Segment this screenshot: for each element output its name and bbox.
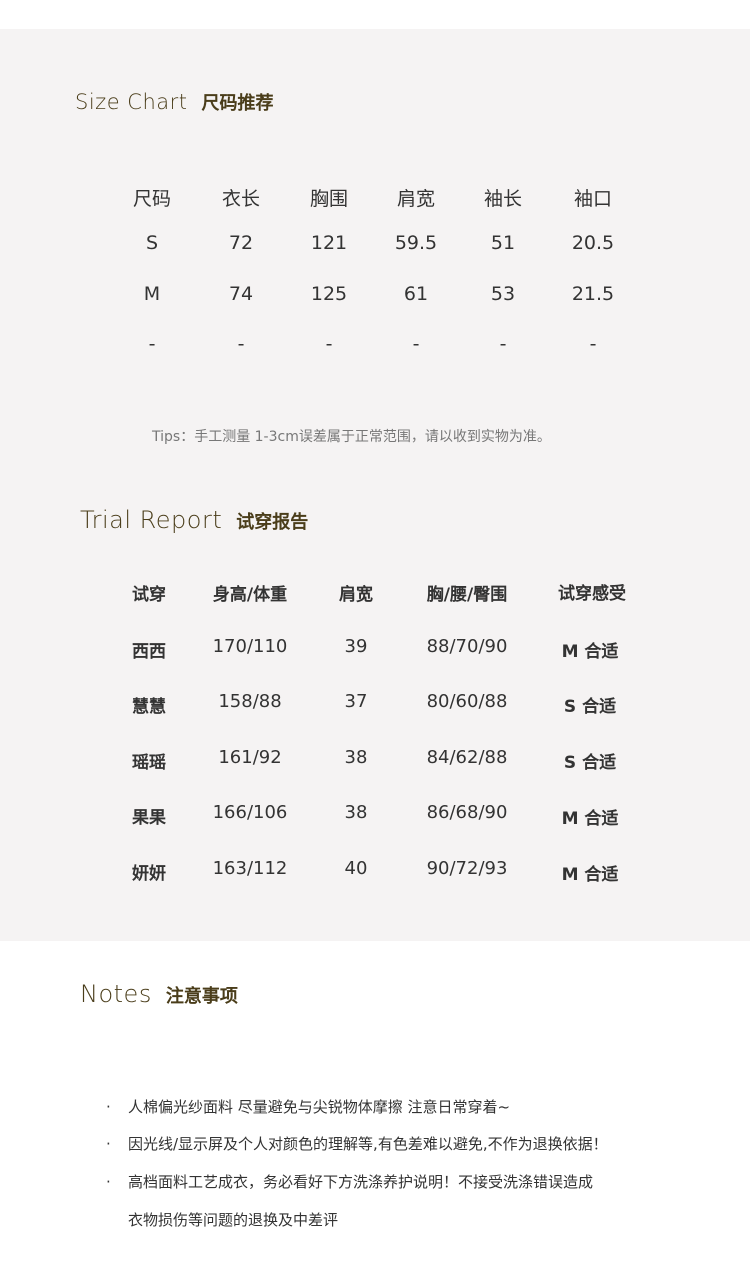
trial-cell: 158/88 bbox=[218, 691, 282, 712]
note-item: · 因光线/显示屏及个人对颜色的理解等,有色差难以避免,不作为退换依据！ bbox=[106, 1133, 608, 1154]
size-header: 袖长 bbox=[483, 188, 523, 210]
trial-report-title-zh: 试穿报告 bbox=[236, 512, 309, 533]
trial-cell: 163/112 bbox=[212, 858, 288, 879]
note-item: · 高档面料工艺成衣，务必看好下方洗涤养护说明！不接受洗涤错误造成 bbox=[106, 1171, 593, 1192]
trial-report-heading: Trial Report 试穿报告 bbox=[80, 506, 308, 534]
size-cell: - bbox=[325, 333, 333, 355]
note-item: · 人棉偏光纱面料 尽量避免与尖锐物体摩擦 注意日常穿着~ bbox=[106, 1096, 510, 1117]
size-chart-title-en: Size Chart bbox=[75, 90, 188, 114]
size-tips: Tips：手工测量 1-3cm误差属于正常范围，请以收到实物为准。 bbox=[152, 429, 551, 445]
bullet-icon: · bbox=[106, 1098, 111, 1116]
size-cell: - bbox=[589, 333, 597, 355]
size-header: 衣长 bbox=[221, 188, 261, 210]
trial-cell: 84/62/88 bbox=[426, 747, 508, 768]
size-cell: 20.5 bbox=[571, 232, 615, 254]
size-cell: 53 bbox=[490, 283, 516, 305]
size-cell: 72 bbox=[228, 232, 254, 254]
trial-cell: 80/60/88 bbox=[426, 691, 508, 712]
note-item-continuation: 衣物损伤等问题的退换及中差评 bbox=[128, 1211, 339, 1229]
bullet-icon: · bbox=[106, 1135, 111, 1153]
trial-header: 肩宽 bbox=[339, 585, 373, 605]
trial-report-title-en: Trial Report bbox=[80, 506, 223, 534]
size-header: 袖口 bbox=[573, 188, 613, 210]
size-cell: 125 bbox=[310, 283, 348, 305]
trial-cell: M 合适 bbox=[561, 642, 619, 662]
size-cell: - bbox=[237, 333, 245, 355]
trial-header: 试穿感受 bbox=[558, 584, 626, 604]
size-cell: - bbox=[148, 333, 156, 355]
note-text: 高档面料工艺成衣，务必看好下方洗涤养护说明！不接受洗涤错误造成 bbox=[128, 1173, 594, 1191]
notes-heading: Notes 注意事项 bbox=[80, 980, 238, 1008]
size-chart-title-zh: 尺码推荐 bbox=[201, 93, 274, 114]
trial-cell: S 合适 bbox=[563, 697, 617, 717]
trial-cell: 38 bbox=[344, 802, 368, 823]
trial-cell: 170/110 bbox=[212, 636, 288, 657]
trial-cell: 88/70/90 bbox=[426, 636, 508, 657]
size-cell: - bbox=[412, 333, 420, 355]
size-header: 肩宽 bbox=[396, 188, 436, 210]
trial-cell: S 合适 bbox=[563, 753, 617, 773]
size-cell: 121 bbox=[310, 232, 348, 254]
trial-header: 胸/腰/臀围 bbox=[426, 585, 508, 605]
size-cell: S bbox=[145, 232, 159, 254]
trial-cell: 39 bbox=[344, 636, 368, 657]
trial-cell: 38 bbox=[344, 747, 368, 768]
trial-cell: 妍妍 bbox=[132, 864, 166, 884]
trial-cell: 40 bbox=[344, 858, 368, 879]
size-cell: - bbox=[499, 333, 507, 355]
size-cell: 61 bbox=[403, 283, 429, 305]
trial-cell: 86/68/90 bbox=[426, 802, 508, 823]
trial-cell: 37 bbox=[344, 691, 368, 712]
trial-header: 试穿 bbox=[132, 585, 166, 605]
trial-cell: 90/72/93 bbox=[426, 858, 508, 879]
bullet-icon: · bbox=[106, 1173, 111, 1191]
size-cell: 21.5 bbox=[571, 283, 615, 305]
size-cell: 51 bbox=[490, 232, 516, 254]
notes-title-en: Notes bbox=[80, 980, 152, 1008]
trial-cell: M 合适 bbox=[561, 809, 619, 829]
trial-cell: 瑶瑶 bbox=[132, 753, 166, 773]
trial-cell: 西西 bbox=[132, 642, 166, 662]
trial-cell: 161/92 bbox=[218, 747, 282, 768]
trial-cell: 果果 bbox=[132, 808, 166, 828]
size-header: 胸围 bbox=[309, 188, 349, 210]
size-cell: 59.5 bbox=[394, 232, 438, 254]
size-header: 尺码 bbox=[132, 188, 172, 210]
note-text: 因光线/显示屏及个人对颜色的理解等,有色差难以避免,不作为退换依据！ bbox=[128, 1135, 608, 1153]
trial-cell: M 合适 bbox=[561, 865, 619, 885]
size-trial-panel: Size Chart 尺码推荐 尺码 衣长 胸围 肩宽 袖长 袖口 S 72 1… bbox=[0, 29, 750, 941]
trial-header: 身高/体重 bbox=[212, 585, 288, 605]
note-text: 人棉偏光纱面料 尽量避免与尖锐物体摩擦 注意日常穿着~ bbox=[128, 1098, 511, 1116]
size-cell: M bbox=[143, 283, 161, 305]
notes-title-zh: 注意事项 bbox=[165, 986, 238, 1007]
trial-cell: 慧慧 bbox=[132, 697, 166, 717]
trial-cell: 166/106 bbox=[212, 802, 288, 823]
size-cell: 74 bbox=[228, 283, 254, 305]
size-chart-heading: Size Chart 尺码推荐 bbox=[75, 89, 274, 115]
